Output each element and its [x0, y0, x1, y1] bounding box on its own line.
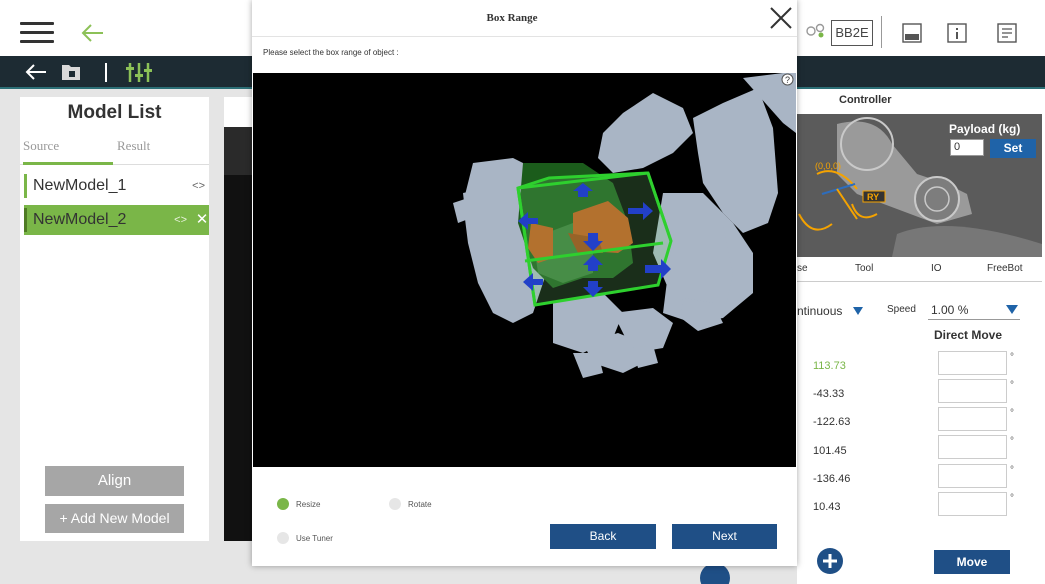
tab-base[interactable]: se: [797, 263, 808, 274]
speed-value: 1.00 %: [931, 303, 969, 317]
dropdown-arrow-icon: [1006, 305, 1018, 314]
info-icon[interactable]: [947, 22, 967, 44]
back-arrow-icon[interactable]: [80, 20, 106, 46]
joint-6-value: 10.43: [813, 501, 841, 513]
degree-unit: °: [1010, 436, 1014, 447]
project-icon[interactable]: [60, 61, 82, 83]
resize-radio[interactable]: [277, 498, 289, 510]
control-tabs: se Tool IO FreeBot: [797, 261, 1042, 281]
joint-1-value: 113.73: [813, 360, 846, 372]
back-arrow-icon[interactable]: [24, 62, 48, 82]
speed-select[interactable]: 1.00 %: [928, 300, 1020, 320]
payload-label: Payload (kg): [949, 122, 1021, 136]
model-item-newmodel-1[interactable]: NewModel_1 <>: [24, 171, 209, 201]
use-tuner-label: Use Tuner: [296, 534, 333, 543]
visibility-icon[interactable]: <>: [192, 171, 205, 201]
motion-mode-value: ntinuous: [797, 304, 843, 318]
robot-view: (0,0,0) RY Payload (kg) 0 Set: [797, 114, 1042, 257]
controller-label: Controller: [839, 94, 892, 106]
help-icon[interactable]: ?: [781, 73, 794, 86]
model-item-label: NewModel_2: [33, 211, 127, 228]
rotate-radio[interactable]: [389, 498, 401, 510]
joint-3-value: -122.63: [813, 416, 851, 428]
close-icon[interactable]: [767, 4, 795, 32]
model-item-marker: [24, 174, 27, 198]
delete-model-icon[interactable]: ✕: [195, 205, 209, 235]
robot-control-panel: Controller (0,0,0) RY Payload (kg) 0 Set…: [797, 89, 1045, 584]
dialog-title: Box Range: [486, 12, 538, 24]
3d-viewer-background: [224, 127, 252, 541]
degree-unit: °: [1010, 465, 1014, 476]
use-tuner-radio[interactable]: [277, 532, 289, 544]
visibility-icon[interactable]: <>: [174, 205, 187, 235]
model-item-label: NewModel_1: [33, 177, 127, 194]
log-icon[interactable]: [997, 22, 1017, 44]
tab-source[interactable]: Source: [23, 135, 113, 165]
model-item-newmodel-2[interactable]: NewModel_2 <> ✕: [24, 205, 209, 235]
model-list-tabs: Source Result: [20, 135, 209, 165]
rotate-label: Rotate: [408, 500, 432, 509]
speed-label: Speed: [887, 304, 916, 315]
device-badge[interactable]: BB2E: [831, 20, 873, 46]
origin-label: (0,0,0): [815, 161, 841, 171]
align-button[interactable]: Align: [45, 466, 184, 496]
tab-tool[interactable]: Tool: [855, 263, 873, 274]
add-point-button[interactable]: [817, 548, 843, 574]
panel-title: Model List: [67, 102, 162, 123]
point-cloud-viewport[interactable]: [253, 73, 796, 467]
viewer-header: [224, 97, 252, 127]
toolbar-divider: [881, 16, 882, 48]
degree-unit: °: [1010, 352, 1014, 363]
point-cloud-scene: [253, 73, 796, 467]
dialog-divider: [252, 36, 797, 37]
add-new-model-button[interactable]: + Add New Model: [45, 504, 184, 533]
box-range-dialog: Box Range Please select the box range of…: [252, 0, 797, 566]
degree-unit: °: [1010, 493, 1014, 504]
direct-move-input-6[interactable]: [938, 492, 1007, 516]
direct-move-input-4[interactable]: [938, 435, 1007, 459]
direct-move-input-1[interactable]: [938, 351, 1007, 375]
toolbar-divider: [105, 63, 107, 82]
direct-move-label: Direct Move: [934, 328, 1003, 342]
plus-icon: [823, 554, 837, 568]
resize-label: Resize: [296, 500, 321, 509]
joint-2-value: -43.33: [813, 388, 845, 400]
keyboard-icon[interactable]: [902, 22, 922, 44]
menu-icon[interactable]: [20, 20, 54, 46]
degree-unit: °: [1010, 380, 1014, 391]
next-button[interactable]: Next: [672, 524, 777, 549]
svg-text:?: ?: [785, 75, 790, 85]
payload-input[interactable]: 0: [950, 139, 984, 156]
tab-io[interactable]: IO: [931, 263, 942, 274]
move-button[interactable]: Move: [934, 550, 1010, 574]
direct-move-input-5[interactable]: [938, 464, 1007, 488]
set-payload-button[interactable]: Set: [990, 139, 1036, 158]
joint-5-value: -136.46: [813, 473, 851, 485]
dropdown-arrow-icon: [853, 307, 863, 315]
axis-label: RY: [867, 192, 879, 202]
dialog-instruction: Please select the box range of object :: [263, 48, 399, 57]
tab-freebot[interactable]: FreeBot: [987, 263, 1023, 274]
direct-move-input-2[interactable]: [938, 379, 1007, 403]
direct-move-input-3[interactable]: [938, 407, 1007, 431]
tab-result[interactable]: Result: [117, 135, 197, 165]
viewer-toolbar: [224, 127, 252, 175]
motion-mode-select[interactable]: ntinuous: [797, 302, 867, 320]
tab-divider: [797, 281, 1042, 282]
degree-unit: °: [1010, 408, 1014, 419]
back-button[interactable]: Back: [550, 524, 656, 549]
tuning-icon[interactable]: [125, 61, 153, 84]
joint-4-value: 101.45: [813, 445, 847, 457]
model-list-panel: Model List Source Result NewModel_1 <> N…: [20, 97, 209, 541]
network-icon[interactable]: [806, 22, 826, 40]
model-item-marker: [24, 208, 27, 232]
